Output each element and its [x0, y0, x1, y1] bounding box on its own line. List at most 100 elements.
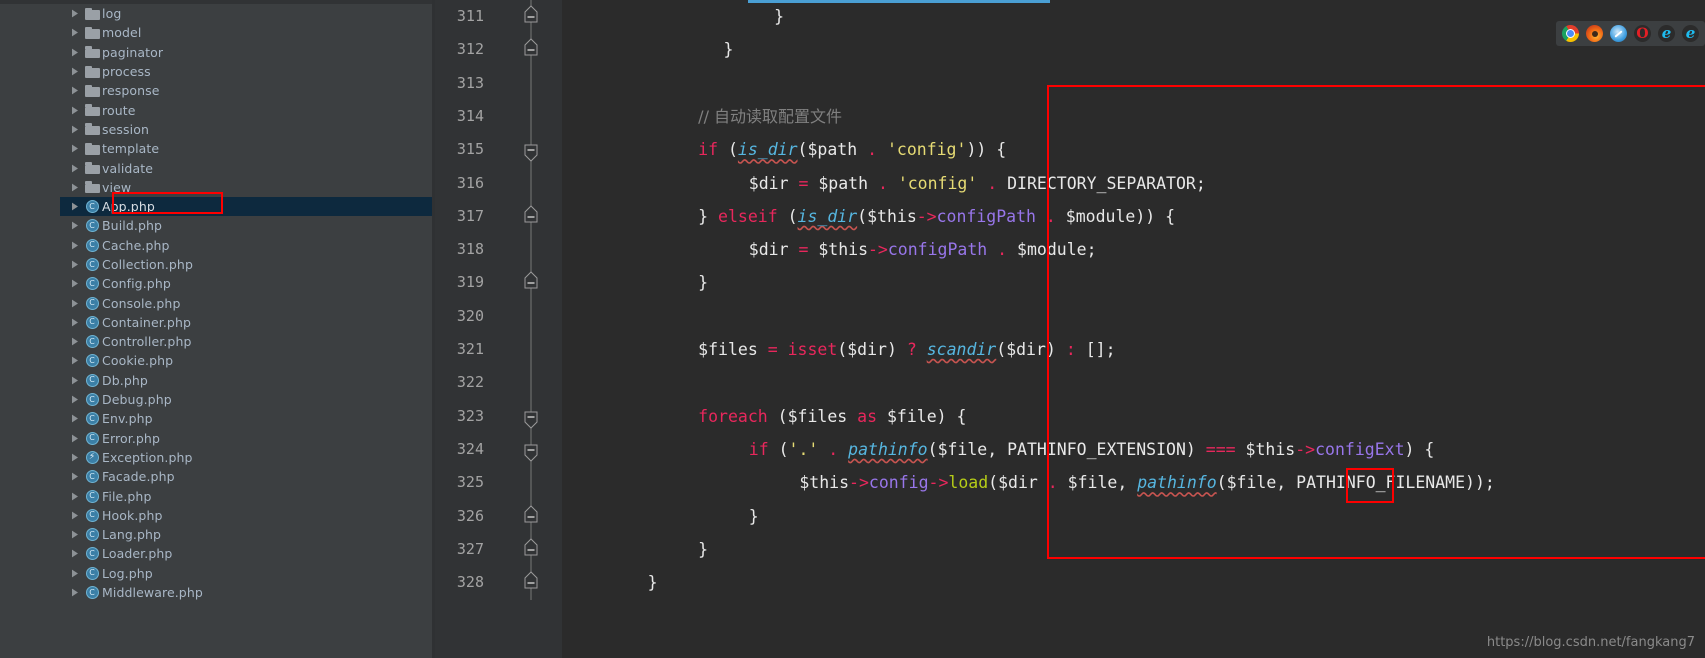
tree-item-middleware-php[interactable]: C Middleware.php: [60, 583, 435, 602]
code-line[interactable]: foreach ($files as $file) {: [698, 400, 966, 433]
tree-item-file-php[interactable]: C File.php: [60, 486, 435, 505]
expand-arrow-icon[interactable]: [68, 28, 82, 37]
expand-arrow-icon[interactable]: [68, 337, 82, 346]
expand-arrow-icon[interactable]: [68, 260, 82, 269]
code-line[interactable]: // 自动读取配置文件: [698, 100, 842, 133]
tree-item-db-php[interactable]: C Db.php: [60, 371, 435, 390]
code-line[interactable]: $this->config->load($dir . $file, pathin…: [799, 466, 1495, 499]
expand-arrow-icon[interactable]: [68, 279, 82, 288]
code-fold-marker[interactable]: [520, 133, 542, 168]
expand-arrow-icon[interactable]: [68, 299, 82, 308]
tree-item-build-php[interactable]: C Build.php: [60, 216, 435, 235]
tree-item-collection-php[interactable]: C Collection.php: [60, 255, 435, 274]
expand-arrow-icon[interactable]: [68, 530, 82, 539]
internet-explorer-icon[interactable]: e: [1658, 25, 1675, 42]
code-line[interactable]: }: [698, 266, 708, 299]
expand-arrow-icon[interactable]: [68, 183, 82, 192]
code-fold-marker[interactable]: [520, 66, 542, 101]
expand-arrow-icon[interactable]: [68, 588, 82, 597]
expand-arrow-icon[interactable]: [68, 549, 82, 558]
code-fold-marker[interactable]: [520, 99, 542, 134]
chrome-icon[interactable]: [1562, 25, 1579, 42]
tree-item-paginator[interactable]: paginator: [60, 43, 435, 62]
firefox-icon[interactable]: [1586, 25, 1603, 42]
code-line[interactable]: }: [723, 33, 733, 66]
expand-arrow-icon[interactable]: [68, 356, 82, 365]
code-fold-marker[interactable]: [520, 299, 542, 334]
expand-arrow-icon[interactable]: [68, 202, 82, 211]
code-content[interactable]: }} // 自动读取配置文件 if (is_dir($path . 'config'…: [562, 0, 1705, 658]
code-line[interactable]: }: [698, 533, 708, 566]
expand-arrow-icon[interactable]: [68, 86, 82, 95]
expand-arrow-icon[interactable]: [68, 164, 82, 173]
expand-arrow-icon[interactable]: [68, 376, 82, 385]
expand-arrow-icon[interactable]: [68, 125, 82, 134]
project-tree-panel[interactable]: log model paginator process response route ses…: [60, 0, 435, 658]
tree-item-session[interactable]: session: [60, 120, 435, 139]
code-fold-marker[interactable]: [520, 233, 542, 268]
expand-arrow-icon[interactable]: [68, 48, 82, 57]
editor-panel[interactable]: 311 312 313 314 315 316 317 318 319 320 321 322 323 3…: [435, 0, 1705, 658]
code-line[interactable]: }: [774, 0, 784, 33]
expand-arrow-icon[interactable]: [68, 395, 82, 404]
code-line[interactable]: }: [648, 566, 658, 599]
expand-arrow-icon[interactable]: [68, 511, 82, 520]
code-line[interactable]: if (is_dir($path . 'config')) {: [698, 133, 1006, 166]
code-line[interactable]: }: [749, 500, 759, 533]
tree-item-validate[interactable]: validate: [60, 158, 435, 177]
code-line[interactable]: $dir = $this->configPath . $module;: [749, 233, 1097, 266]
expand-arrow-icon[interactable]: [68, 434, 82, 443]
tree-item-model[interactable]: model: [60, 23, 435, 42]
code-fold-marker[interactable]: [520, 366, 542, 401]
code-fold-marker[interactable]: [520, 0, 542, 34]
tree-item-process[interactable]: process: [60, 62, 435, 81]
tree-item-container-php[interactable]: C Container.php: [60, 313, 435, 332]
tree-item-loader-php[interactable]: C Loader.php: [60, 544, 435, 563]
expand-arrow-icon[interactable]: [68, 472, 82, 481]
code-fold-marker[interactable]: [520, 432, 542, 467]
expand-arrow-icon[interactable]: [68, 318, 82, 327]
code-line[interactable]: } elseif (is_dir($this->configPath . $mo…: [698, 200, 1175, 233]
code-fold-marker[interactable]: [520, 532, 542, 567]
code-fold-marker[interactable]: [520, 33, 542, 68]
tree-item-error-php[interactable]: C Error.php: [60, 429, 435, 448]
code-fold-marker[interactable]: [520, 266, 542, 301]
tree-item-template[interactable]: template: [60, 139, 435, 158]
tree-item-log-php[interactable]: C Log.php: [60, 564, 435, 583]
expand-arrow-icon[interactable]: [68, 241, 82, 250]
tree-item-exception-php[interactable]: ⚡ Exception.php: [60, 448, 435, 467]
opera-icon[interactable]: O: [1634, 25, 1651, 42]
tree-item-cookie-php[interactable]: C Cookie.php: [60, 351, 435, 370]
editor-gutter[interactable]: 311 312 313 314 315 316 317 318 319 320 321 322 323 3…: [435, 0, 562, 658]
code-line[interactable]: $dir = $path . 'config' . DIRECTORY_SEPA…: [749, 167, 1206, 200]
code-line[interactable]: $files = isset($dir) ? scandir($dir) : […: [698, 333, 1115, 366]
code-fold-marker[interactable]: [520, 333, 542, 367]
code-fold-marker[interactable]: [520, 499, 542, 534]
code-fold-marker[interactable]: [520, 166, 542, 201]
tree-item-route[interactable]: route: [60, 100, 435, 119]
expand-arrow-icon[interactable]: [68, 569, 82, 578]
expand-arrow-icon[interactable]: [68, 144, 82, 153]
expand-arrow-icon[interactable]: [68, 67, 82, 76]
tree-item-config-php[interactable]: C Config.php: [60, 274, 435, 293]
tree-item-facade-php[interactable]: C Facade.php: [60, 467, 435, 486]
tree-item-cache-php[interactable]: C Cache.php: [60, 236, 435, 255]
expand-arrow-icon[interactable]: [68, 106, 82, 115]
tree-item-controller-php[interactable]: C Controller.php: [60, 332, 435, 351]
tree-item-console-php[interactable]: C Console.php: [60, 293, 435, 312]
expand-arrow-icon[interactable]: [68, 221, 82, 230]
edge-icon[interactable]: e: [1682, 25, 1699, 42]
code-fold-marker[interactable]: [520, 566, 542, 601]
tree-item-view[interactable]: view: [60, 178, 435, 197]
expand-arrow-icon[interactable]: [68, 453, 82, 462]
code-line[interactable]: if ('.' . pathinfo($file, PATHINFO_EXTEN…: [749, 433, 1435, 466]
browser-preview-bar[interactable]: Oee: [1556, 21, 1705, 46]
safari-icon[interactable]: [1610, 25, 1627, 42]
code-fold-marker[interactable]: [520, 199, 542, 234]
tree-item-env-php[interactable]: C Env.php: [60, 409, 435, 428]
tree-item-response[interactable]: response: [60, 81, 435, 100]
code-fold-marker[interactable]: [520, 466, 542, 501]
tree-item-debug-php[interactable]: C Debug.php: [60, 390, 435, 409]
tree-item-lang-php[interactable]: C Lang.php: [60, 525, 435, 544]
expand-arrow-icon[interactable]: [68, 492, 82, 501]
